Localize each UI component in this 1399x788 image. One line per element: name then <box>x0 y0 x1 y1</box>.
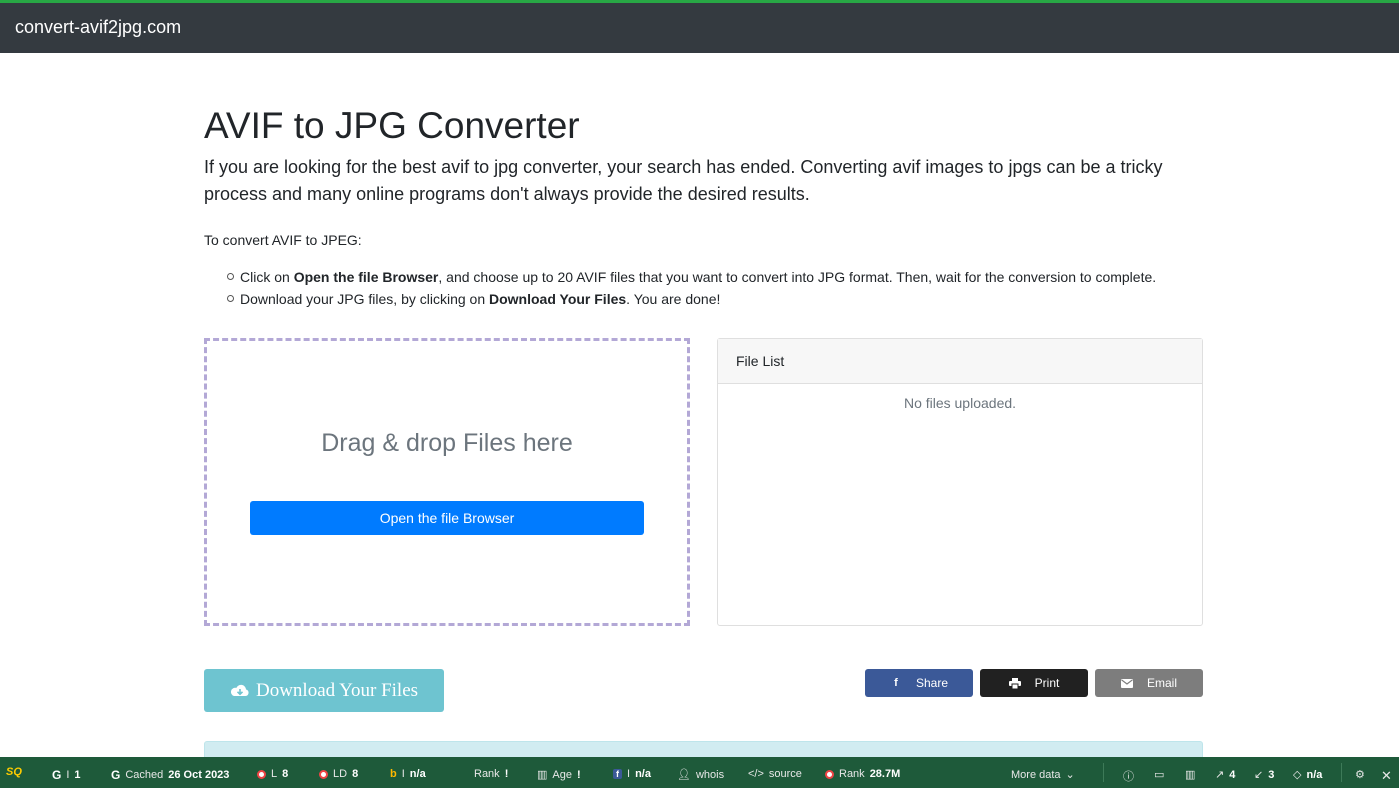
links-item[interactable]: L8 <box>257 768 288 780</box>
chart-icon: ▥ <box>1185 769 1196 781</box>
email-share-button[interactable]: Email <box>1095 669 1203 697</box>
facebook-icon: f <box>613 769 622 779</box>
cloud-download-icon <box>230 684 249 696</box>
whois-item[interactable]: 👤︎ whois <box>677 768 724 782</box>
file-list-title: File List <box>718 339 1202 384</box>
email-label: Email <box>1146 676 1177 690</box>
download-files-label: Download Your Files <box>255 679 419 701</box>
code-icon: </> <box>748 768 764 780</box>
gear-icon: ⚙ <box>1355 769 1365 781</box>
steps-list: Click on Open the file Browser, and choo… <box>204 266 1156 310</box>
envelope-icon <box>1120 678 1133 688</box>
bing-icon: b <box>390 768 397 780</box>
internal-links-item[interactable]: ↙ 3 <box>1254 768 1274 782</box>
lead-paragraph: If you are looking for the best avif to … <box>204 157 1163 204</box>
seoquake-logo-icon[interactable]: SQ <box>6 766 22 778</box>
list-item: Click on Open the file Browser, and choo… <box>204 266 1156 288</box>
settings-button[interactable]: ⚙ <box>1355 768 1365 781</box>
print-label: Print <box>1034 676 1060 690</box>
info-button[interactable]: ⓘ <box>1123 768 1134 784</box>
google-icon: G <box>52 768 62 782</box>
semrush-icon <box>319 769 328 779</box>
page-title: AVIF to JPG Converter <box>204 105 580 146</box>
more-data-dropdown[interactable]: More data ⌄ <box>1011 768 1075 782</box>
bing-index-item[interactable]: b In/a <box>390 768 426 780</box>
semrush-rank-item[interactable]: Rank 28.7M <box>825 768 900 780</box>
google-icon: G <box>111 768 121 782</box>
internal-link-icon: ↙ <box>1254 769 1264 781</box>
person-icon: 👤︎ <box>677 769 691 781</box>
close-toolbar-button[interactable]: ✕ <box>1381 768 1392 784</box>
semrush-icon <box>825 769 834 779</box>
source-item[interactable]: </> source <box>748 768 802 780</box>
facebook-icon: f <box>894 677 898 689</box>
facebook-share-button[interactable]: f Share <box>865 669 973 697</box>
density-button[interactable]: ▥ <box>1185 768 1195 781</box>
file-list-empty-message: No files uploaded. <box>903 395 1017 411</box>
rank-item[interactable]: Rank! <box>474 768 508 780</box>
printer-icon <box>1008 677 1021 689</box>
semrush-icon <box>257 769 266 779</box>
site-brand[interactable]: convert-avif2jpg.com <box>15 17 181 38</box>
google-index-item[interactable]: GI1 <box>52 768 81 782</box>
external-links-item[interactable]: ↗ 4 <box>1215 768 1235 782</box>
top-navbar: convert-avif2jpg.com <box>0 0 1399 53</box>
linking-domains-item[interactable]: LD 8 <box>319 768 358 780</box>
chevron-down-icon: ⌄ <box>1065 769 1075 781</box>
facebook-likes-item[interactable]: f In/a <box>613 768 651 780</box>
list-item: Download your JPG files, by clicking on … <box>204 288 1156 310</box>
archive-icon: ▥ <box>537 769 548 781</box>
external-link-icon: ↗ <box>1215 769 1225 781</box>
info-icon: ⓘ <box>1123 771 1134 783</box>
file-list-panel: File List No files uploaded. <box>717 338 1203 626</box>
diamond-item[interactable]: ◇ n/a <box>1293 768 1322 782</box>
google-cache-item[interactable]: G Cached 26 Oct 2023 <box>111 768 229 782</box>
page-info-button[interactable]: ▭ <box>1154 768 1164 781</box>
bullet-icon <box>227 273 234 280</box>
divider <box>1103 763 1104 782</box>
dropzone-label: Drag & drop Files here <box>321 429 573 457</box>
file-dropzone[interactable]: Drag & drop Files here Open the file Bro… <box>204 338 690 626</box>
open-file-browser-button[interactable]: Open the file Browser <box>250 501 644 535</box>
print-button[interactable]: Print <box>980 669 1088 697</box>
download-files-button[interactable]: Download Your Files <box>204 669 444 712</box>
age-item[interactable]: ▥ Age! <box>537 768 581 782</box>
diamond-icon: ◇ <box>1293 769 1302 781</box>
close-icon: ✕ <box>1381 768 1392 783</box>
bullet-icon <box>227 295 234 302</box>
seoquake-toolbar: SQ GI1 G Cached 26 Oct 2023 L8 LD 8 b In/a R… <box>0 757 1399 788</box>
share-label: Share <box>915 676 949 690</box>
instructions-title: To convert AVIF to JPEG: <box>204 232 362 248</box>
image-icon: ▭ <box>1154 769 1165 781</box>
divider <box>1341 763 1342 782</box>
